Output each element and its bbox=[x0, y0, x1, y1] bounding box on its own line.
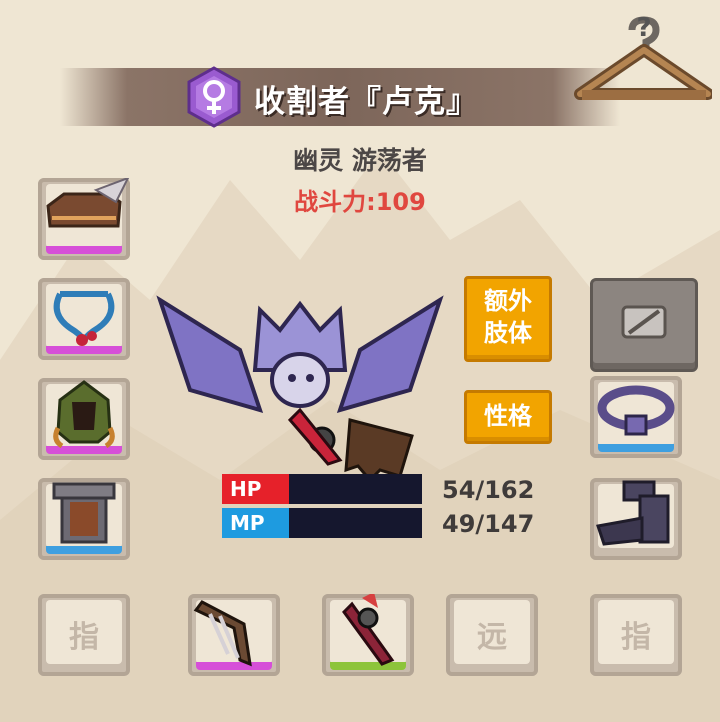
female-symbol-icon bbox=[187, 66, 241, 128]
ring-slot-label-right: 指 bbox=[621, 620, 651, 655]
helmet-icon bbox=[46, 178, 130, 228]
equip-slot-body[interactable] bbox=[38, 478, 130, 560]
mp-value: 49/147 bbox=[442, 510, 535, 538]
mp-bar: MP bbox=[222, 508, 422, 538]
character-classes: 幽灵 游荡者 bbox=[293, 146, 427, 175]
armor-icon bbox=[52, 482, 116, 544]
necklace-icon bbox=[53, 291, 115, 346]
equip-slot-ring-right[interactable]: 指 bbox=[590, 594, 682, 676]
character-equipment-screen: 收割者『卢克』 ? 幽灵 游荡者 战斗力:109 额外 肢体 性格 HP 54/… bbox=[0, 0, 720, 722]
ring-slot-label: 指 bbox=[69, 620, 99, 655]
hood-mask-icon bbox=[53, 380, 115, 449]
equip-slot-main-weapon[interactable] bbox=[188, 594, 280, 676]
character-name: 收割者『卢克』 bbox=[254, 84, 478, 120]
equip-slot-hands[interactable] bbox=[590, 478, 682, 560]
combat-power: 战斗力:109 bbox=[294, 188, 426, 216]
locked-slot-button[interactable] bbox=[590, 278, 698, 372]
hanger-badge: ? bbox=[636, 14, 651, 43]
scythe-weapon-icon bbox=[342, 594, 395, 666]
personality-button[interactable]: 性格 bbox=[464, 390, 552, 444]
equip-slot-ranged[interactable]: 远 bbox=[446, 594, 538, 676]
hp-bar: HP bbox=[222, 474, 422, 504]
hp-label: HP bbox=[230, 477, 262, 501]
locked-slot-icon bbox=[621, 305, 667, 339]
equip-slot-off-weapon[interactable] bbox=[322, 594, 414, 676]
claw-weapon-icon bbox=[193, 600, 252, 667]
extra-limbs-line-1: 额外 bbox=[484, 287, 532, 315]
mp-label: MP bbox=[230, 511, 265, 535]
belt-icon bbox=[597, 385, 675, 436]
extra-limbs-button[interactable]: 额外 肢体 bbox=[464, 276, 552, 362]
hp-value: 54/162 bbox=[442, 476, 535, 504]
equip-slot-face[interactable] bbox=[38, 378, 130, 460]
extra-limbs-line-2: 肢体 bbox=[484, 319, 532, 347]
personality-label: 性格 bbox=[484, 402, 532, 430]
equip-slot-neck[interactable] bbox=[38, 278, 130, 360]
equip-slot-ring-left[interactable]: 指 bbox=[38, 594, 130, 676]
equip-slot-head[interactable] bbox=[38, 178, 130, 260]
equip-slot-belt[interactable] bbox=[590, 376, 682, 458]
character-portrait bbox=[156, 295, 444, 483]
hanger-icon[interactable]: ? bbox=[572, 14, 712, 110]
gauntlet-icon bbox=[596, 480, 670, 546]
ranged-slot-label: 远 bbox=[477, 620, 507, 655]
